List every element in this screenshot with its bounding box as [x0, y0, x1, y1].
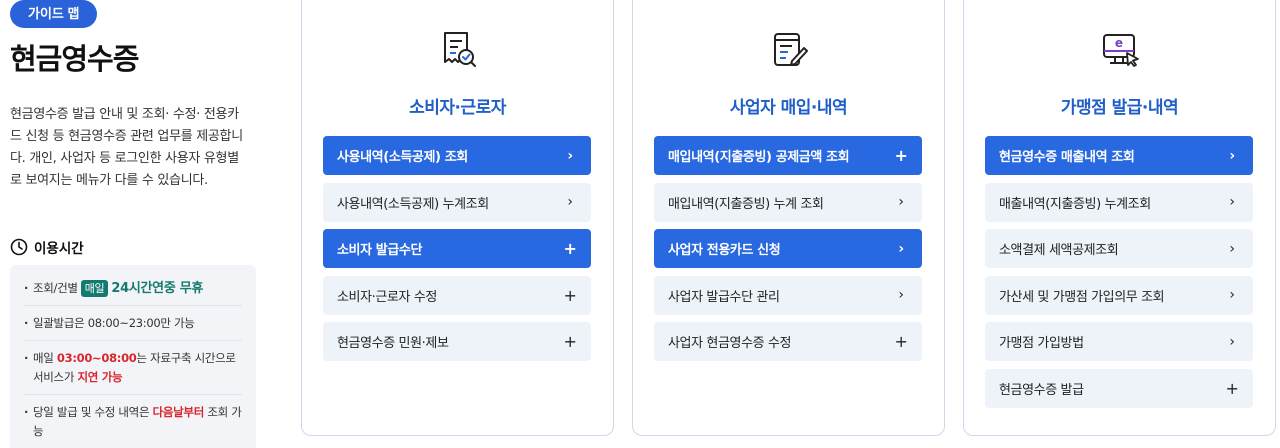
- card-business-purchase: 사업자 매입·내역 매입내역(지출증빙) 공제금액 조회 + 매입내역(지출증빙)…: [632, 0, 945, 436]
- chevron-right-icon: ›: [1229, 240, 1235, 257]
- menu-item-usage-inquiry[interactable]: 사용내역(소득공제) 조회 ›: [323, 136, 591, 175]
- card-menu: 매입내역(지출증빙) 공제금액 조회 + 매입내역(지출증빙) 누계 조회 › 사업…: [654, 136, 922, 369]
- hours-item-maintenance: 매일 03:00~08:00는 자료구축 시간으로 서비스가 지연 가능: [24, 349, 242, 387]
- card-menu: 사용내역(소득공제) 조회 › 사용내역(소득공제) 누계조회 › 소비자 발급수단…: [323, 136, 591, 369]
- chevron-right-icon: ›: [898, 240, 904, 257]
- daily-badge: 매일: [80, 280, 109, 297]
- chevron-right-icon: ›: [898, 194, 904, 210]
- menu-item-sales-cumulative[interactable]: 매출내역(지출증빙) 누계조회 ›: [985, 182, 1253, 222]
- menu-item-purchase-cumulative[interactable]: 매입내역(지출증빙) 누계 조회 ›: [654, 182, 922, 222]
- menu-item-business-means[interactable]: 사업자 발급수단 관리 ›: [654, 275, 922, 315]
- document-pen-icon: [773, 33, 808, 66]
- plus-icon: +: [563, 285, 577, 305]
- divider: [24, 394, 242, 395]
- plus-icon: +: [1225, 378, 1239, 398]
- divider: [24, 340, 242, 341]
- receipt-check-icon: [443, 32, 476, 67]
- divider: [24, 305, 242, 306]
- chevron-right-icon: ›: [1229, 333, 1235, 350]
- hours-item-realtime: 조회/건별매일24시간연중 무휴: [24, 279, 242, 298]
- card-menu: 현금영수증 매출내역 조회 › 매출내역(지출증빙) 누계조회 › 소액결제 세액공…: [985, 136, 1253, 415]
- menu-item-penalty-tax[interactable]: 가산세 및 가맹점 가입의무 조회 ›: [985, 275, 1253, 315]
- menu-item-small-payment[interactable]: 소액결제 세액공제조회 ›: [985, 229, 1253, 268]
- menu-item-consumer-means[interactable]: 소비자 발급수단 +: [323, 229, 591, 268]
- page-title: 현금영수증: [10, 42, 139, 76]
- menu-item-usage-cumulative[interactable]: 사용내역(소득공제) 누계조회 ›: [323, 182, 591, 222]
- plus-icon: +: [894, 146, 908, 165]
- menu-item-complaint[interactable]: 현금영수증 민원·제보 +: [323, 322, 591, 361]
- hours-heading: 이용시간: [10, 237, 84, 257]
- menu-item-business-edit[interactable]: 사업자 현금영수증 수정 +: [654, 322, 922, 361]
- plus-icon: +: [563, 332, 577, 351]
- card-title: 가맹점 발급·내역: [1060, 98, 1179, 118]
- menu-item-sales-inquiry[interactable]: 현금영수증 매출내역 조회 ›: [985, 136, 1253, 175]
- hours-item-batch: 일괄발급은 08:00~23:00만 가능: [24, 314, 242, 333]
- chevron-right-icon: ›: [1229, 147, 1235, 164]
- info-panel: 가이드 맵 현금영수증 현금영수증 발급 안내 및 조회· 수정· 전용카드 신…: [0, 0, 270, 448]
- menu-item-purchase-deduction[interactable]: 매입내역(지출증빙) 공제금액 조회 +: [654, 136, 922, 175]
- plus-icon: +: [563, 239, 577, 258]
- menu-item-business-card[interactable]: 사업자 전용카드 신청 ›: [654, 229, 922, 268]
- chevron-right-icon: ›: [898, 287, 904, 303]
- chevron-right-icon: ›: [567, 147, 573, 164]
- chevron-right-icon: ›: [1229, 194, 1235, 210]
- computer-click-icon: e: [1102, 34, 1139, 67]
- page-description: 현금영수증 발급 안내 및 조회· 수정· 전용카드 신청 등 현금영수증 관련…: [10, 107, 243, 188]
- card-merchant: e 가맹점 발급·내역 현금영수증 매출내역 조회 › 매출내역(지출증빙) 누계…: [963, 0, 1276, 436]
- chevron-right-icon: ›: [567, 194, 573, 210]
- card-consumer: 소비자·근로자 사용내역(소득공제) 조회 › 사용내역(소득공제) 누계조회 › …: [301, 0, 614, 436]
- chevron-right-icon: ›: [1229, 287, 1235, 303]
- svg-text:e: e: [1114, 36, 1122, 50]
- hours-emphasis: 24시간연중 무휴: [111, 281, 204, 296]
- guide-map-button[interactable]: 가이드 맵: [10, 0, 98, 28]
- card-title: 사업자 매입·내역: [729, 98, 848, 118]
- menu-item-issue-receipt[interactable]: 현금영수증 발급 +: [985, 368, 1253, 408]
- card-title: 소비자·근로자: [409, 98, 506, 118]
- clock-icon: [10, 238, 28, 256]
- menu-item-join-method[interactable]: 가맹점 가입방법 ›: [985, 322, 1253, 361]
- hours-item-sameday: 당일 발급 및 수정 내역은 다음날부터 조회 가능: [24, 403, 242, 441]
- hours-title: 이용시간: [34, 241, 84, 257]
- menu-item-consumer-edit[interactable]: 소비자·근로자 수정 +: [323, 275, 591, 315]
- plus-icon: +: [894, 332, 908, 351]
- hours-box: 조회/건별매일24시간연중 무휴 일괄발급은 08:00~23:00만 가능 매…: [10, 265, 256, 448]
